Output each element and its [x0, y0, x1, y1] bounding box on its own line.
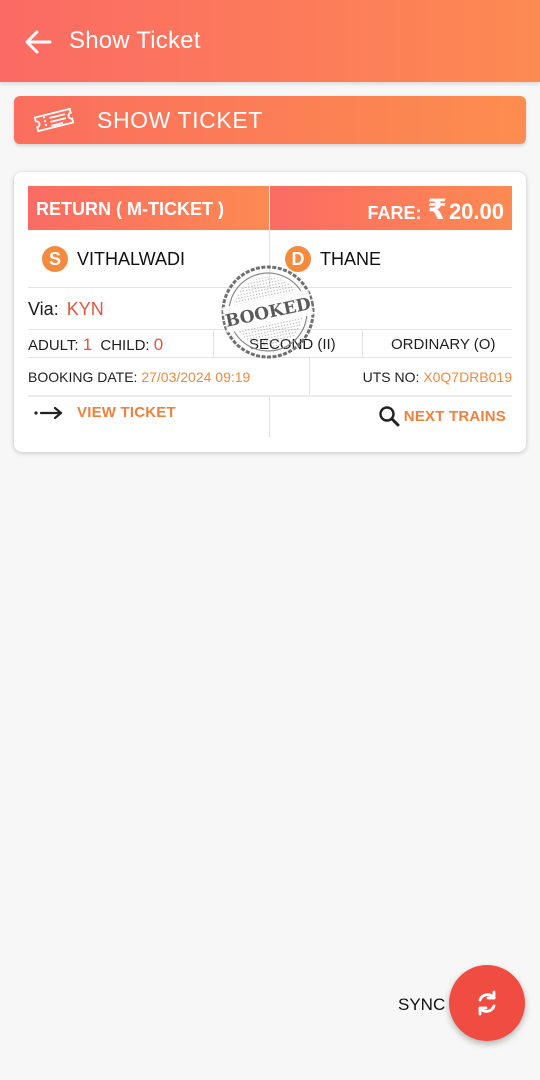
show-ticket-label: SHOW TICKET [97, 107, 263, 133]
fare-header: FARE: ₹ 20.00 [270, 186, 512, 230]
sync-button[interactable] [449, 965, 525, 1041]
arrow-left-icon [25, 30, 52, 54]
uts-row: UTS NO: X0Q7DRB019 [363, 369, 512, 385]
source-badge: S [42, 246, 68, 272]
booking-date-row: BOOKING DATE: 27/03/2024 09:19 [28, 369, 250, 385]
divider [309, 358, 310, 394]
child-label: CHILD: [100, 337, 150, 354]
uts-label: UTS NO: [362, 369, 420, 385]
adult-label: ADULT: [28, 337, 79, 354]
via-row: Via: KYN [28, 299, 104, 320]
next-trains-label: NEXT TRAINS [403, 407, 506, 425]
source-name: VITHALWADI [77, 248, 186, 269]
rupee-symbol: ₹ [427, 194, 447, 225]
show-ticket-button[interactable]: SHOW TICKET [14, 96, 526, 144]
sync-icon [478, 990, 496, 1016]
fare-label: FARE: [367, 203, 422, 223]
booking-date-label: BOOKING DATE: [28, 369, 138, 385]
view-ticket-button[interactable]: VIEW TICKET [34, 404, 176, 421]
app-bar: Show Ticket [0, 0, 540, 82]
divider [362, 330, 363, 357]
via-value: KYN [66, 299, 104, 319]
child-count: 0 [153, 335, 164, 354]
train-type: ORDINARY (O) [391, 336, 496, 353]
view-ticket-label: VIEW TICKET [77, 404, 176, 421]
divider [213, 330, 214, 357]
via-label: Via: [28, 299, 59, 319]
uts-number: X0Q7DRB019 [423, 369, 512, 385]
sync-label: SYNC [398, 995, 446, 1014]
passenger-counts: ADULT: 1 CHILD: 0 [28, 335, 163, 355]
ticket-card: RETURN ( M-TICKET ) FARE: ₹ 20.00 S VITH… [14, 172, 526, 452]
booking-date: 27/03/2024 09:19 [141, 369, 251, 385]
divider [269, 397, 270, 437]
page-title: Show Ticket [69, 27, 201, 54]
fare-amount: 20.00 [448, 199, 504, 224]
ticket-type-header: RETURN ( M-TICKET ) [28, 186, 269, 230]
destination-name: THANE [320, 248, 382, 269]
source-station: S VITHALWADI [42, 246, 185, 272]
ticket-type: RETURN ( M-TICKET ) [36, 199, 224, 219]
booked-stamp: BOOKED [221, 265, 315, 359]
adult-count: 1 [82, 335, 93, 354]
ticket-icon [33, 107, 75, 133]
arrow-right-icon [34, 406, 63, 419]
back-button[interactable] [22, 26, 54, 58]
divider [28, 395, 512, 397]
search-icon [379, 406, 400, 427]
next-trains-button[interactable]: NEXT TRAINS [378, 405, 506, 427]
